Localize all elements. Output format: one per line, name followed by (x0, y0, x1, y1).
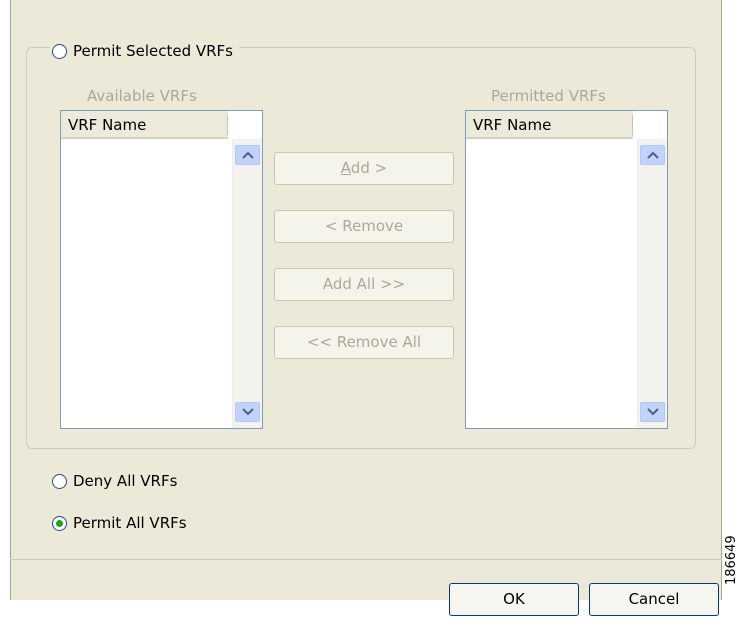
available-scrollbar[interactable] (232, 139, 262, 428)
scroll-down-arrow-icon (241, 408, 254, 416)
permit-all-radio-circle[interactable] (52, 515, 67, 531)
permit-all-radio-label: Permit All VRFs (73, 514, 187, 532)
column-separator (632, 115, 633, 135)
permitted-scroll-down-button[interactable] (640, 402, 665, 422)
permitted-vrfs-listbox[interactable]: VRF Name (465, 110, 668, 429)
add-button-mnemonic: A (340, 159, 351, 177)
available-column-header-label: VRF Name (68, 116, 147, 134)
remove-button[interactable]: < Remove (274, 210, 454, 243)
add-all-button[interactable]: Add All >> (274, 268, 454, 301)
deny-all-radio-label: Deny All VRFs (73, 472, 178, 490)
available-column-header[interactable]: VRF Name (61, 111, 228, 139)
permitted-column-header-label: VRF Name (473, 116, 552, 134)
scroll-up-arrow-icon (241, 151, 254, 159)
add-button-label: dd > (350, 159, 388, 177)
ok-button[interactable]: OK (449, 583, 579, 616)
permit-selected-radio-circle[interactable] (52, 43, 67, 59)
scroll-down-arrow-icon (646, 408, 659, 416)
remove-all-button[interactable]: << Remove All (274, 326, 454, 359)
deny-all-radio[interactable]: Deny All VRFs (52, 472, 177, 490)
permit-selected-radio[interactable]: Permit Selected VRFs (50, 40, 239, 62)
deny-all-radio-circle[interactable] (52, 473, 67, 489)
add-button[interactable]: Add > (274, 152, 454, 185)
permit-all-radio[interactable]: Permit All VRFs (52, 514, 187, 532)
available-vrfs-caption: Available VRFs (87, 87, 197, 105)
permitted-column-header[interactable]: VRF Name (466, 111, 633, 139)
available-scroll-up-button[interactable] (235, 145, 260, 165)
button-bar-divider (10, 559, 722, 560)
available-scroll-down-button[interactable] (235, 402, 260, 422)
column-separator (227, 115, 228, 135)
permit-selected-radio-label: Permit Selected VRFs (73, 42, 233, 60)
available-vrfs-listbox[interactable]: VRF Name (60, 110, 263, 429)
permitted-scroll-up-button[interactable] (640, 145, 665, 165)
figure-number: 186649 (724, 535, 739, 585)
permitted-scrollbar[interactable] (637, 139, 667, 428)
cancel-button[interactable]: Cancel (589, 583, 719, 616)
permitted-vrfs-caption: Permitted VRFs (491, 87, 606, 105)
scroll-up-arrow-icon (646, 151, 659, 159)
